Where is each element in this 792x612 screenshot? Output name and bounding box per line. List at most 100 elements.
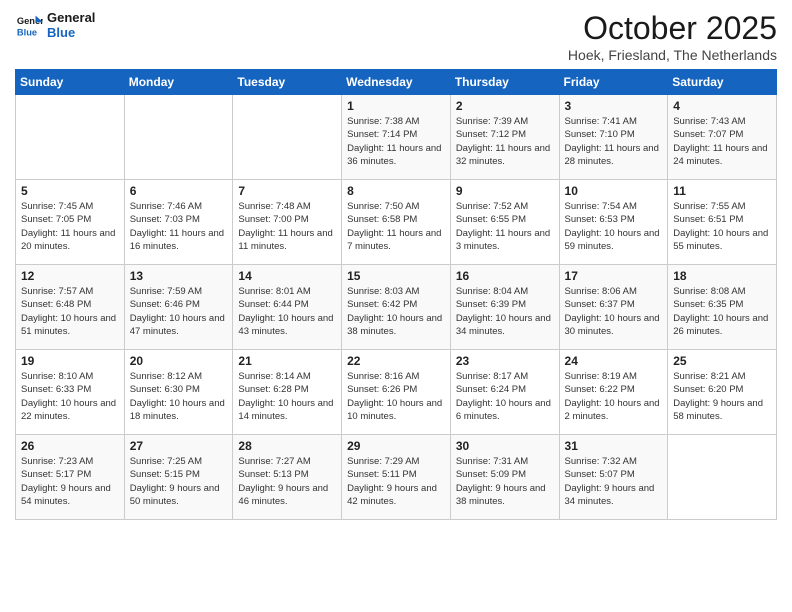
- calendar-cell: 2 Sunrise: 7:39 AM Sunset: 7:12 PM Daylig…: [450, 95, 559, 180]
- day-number: 1: [347, 99, 445, 113]
- calendar-week-row: 12Sunrise: 7:57 AM Sunset: 6:48 PM Dayli…: [16, 265, 777, 350]
- calendar-cell: 30Sunrise: 7:31 AM Sunset: 5:09 PM Dayli…: [450, 435, 559, 520]
- calendar-week-row: 1 Sunrise: 7:38 AM Sunset: 7:14 PM Daylig…: [16, 95, 777, 180]
- calendar-cell: 18Sunrise: 8:08 AM Sunset: 6:35 PM Dayli…: [668, 265, 777, 350]
- day-number: 4: [673, 99, 771, 113]
- calendar-cell: 29Sunrise: 7:29 AM Sunset: 5:11 PM Dayli…: [342, 435, 451, 520]
- calendar-cell: 6 Sunrise: 7:46 AM Sunset: 7:03 PM Daylig…: [124, 180, 233, 265]
- day-info: Sunrise: 7:27 AM Sunset: 5:13 PM Dayligh…: [238, 455, 336, 508]
- day-info: Sunrise: 7:32 AM Sunset: 5:07 PM Dayligh…: [565, 455, 663, 508]
- day-info: Sunrise: 7:23 AM Sunset: 5:17 PM Dayligh…: [21, 455, 119, 508]
- day-number: 3: [565, 99, 663, 113]
- day-number: 19: [21, 354, 119, 368]
- logo-general-text: General: [47, 10, 95, 25]
- day-info: Sunrise: 7:52 AM Sunset: 6:55 PM Dayligh…: [456, 200, 554, 253]
- svg-text:Blue: Blue: [17, 27, 37, 37]
- day-number: 20: [130, 354, 228, 368]
- calendar-cell: 9 Sunrise: 7:52 AM Sunset: 6:55 PM Daylig…: [450, 180, 559, 265]
- calendar-cell: 16 Sunrise: 8:04 AM Sunset: 6:39 PM Dayli…: [450, 265, 559, 350]
- calendar-cell: 15Sunrise: 8:03 AM Sunset: 6:42 PM Dayli…: [342, 265, 451, 350]
- day-number: 17: [565, 269, 663, 283]
- day-number: 7: [238, 184, 336, 198]
- calendar-cell: 22 Sunrise: 8:16 AM Sunset: 6:26 PM Dayli…: [342, 350, 451, 435]
- page-header: General Blue General Blue October 2025 H…: [15, 10, 777, 63]
- day-number: 8: [347, 184, 445, 198]
- calendar-cell: 3 Sunrise: 7:41 AM Sunset: 7:10 PM Daylig…: [559, 95, 668, 180]
- day-info: Sunrise: 7:54 AM Sunset: 6:53 PM Dayligh…: [565, 200, 663, 253]
- calendar-table: SundayMondayTuesdayWednesdayThursdayFrid…: [15, 69, 777, 520]
- day-number: 25: [673, 354, 771, 368]
- day-number: 28: [238, 439, 336, 453]
- calendar-cell: [124, 95, 233, 180]
- calendar-cell: [233, 95, 342, 180]
- day-number: 14: [238, 269, 336, 283]
- day-number: 12: [21, 269, 119, 283]
- day-info: Sunrise: 8:16 AM Sunset: 6:26 PM Dayligh…: [347, 370, 445, 423]
- calendar-cell: [668, 435, 777, 520]
- day-info: Sunrise: 7:50 AM Sunset: 6:58 PM Dayligh…: [347, 200, 445, 253]
- day-info: Sunrise: 8:21 AM Sunset: 6:20 PM Dayligh…: [673, 370, 771, 423]
- calendar-cell: 24 Sunrise: 8:19 AM Sunset: 6:22 PM Dayli…: [559, 350, 668, 435]
- day-info: Sunrise: 7:46 AM Sunset: 7:03 PM Dayligh…: [130, 200, 228, 253]
- day-info: Sunrise: 8:19 AM Sunset: 6:22 PM Dayligh…: [565, 370, 663, 423]
- day-info: Sunrise: 7:45 AM Sunset: 7:05 PM Dayligh…: [21, 200, 119, 253]
- day-info: Sunrise: 7:25 AM Sunset: 5:15 PM Dayligh…: [130, 455, 228, 508]
- day-number: 24: [565, 354, 663, 368]
- day-number: 5: [21, 184, 119, 198]
- day-number: 30: [456, 439, 554, 453]
- calendar-week-row: 26 Sunrise: 7:23 AM Sunset: 5:17 PM Dayli…: [16, 435, 777, 520]
- day-number: 9: [456, 184, 554, 198]
- calendar-cell: 27 Sunrise: 7:25 AM Sunset: 5:15 PM Dayli…: [124, 435, 233, 520]
- day-info: Sunrise: 7:59 AM Sunset: 6:46 PM Dayligh…: [130, 285, 228, 338]
- calendar-cell: 12Sunrise: 7:57 AM Sunset: 6:48 PM Dayli…: [16, 265, 125, 350]
- calendar-cell: 8 Sunrise: 7:50 AM Sunset: 6:58 PM Daylig…: [342, 180, 451, 265]
- calendar-header-row: SundayMondayTuesdayWednesdayThursdayFrid…: [16, 70, 777, 95]
- calendar-cell: 20 Sunrise: 8:12 AM Sunset: 6:30 PM Dayli…: [124, 350, 233, 435]
- day-info: Sunrise: 7:48 AM Sunset: 7:00 PM Dayligh…: [238, 200, 336, 253]
- day-info: Sunrise: 7:39 AM Sunset: 7:12 PM Dayligh…: [456, 115, 554, 168]
- column-header-tuesday: Tuesday: [233, 70, 342, 95]
- calendar-cell: 1 Sunrise: 7:38 AM Sunset: 7:14 PM Daylig…: [342, 95, 451, 180]
- day-number: 21: [238, 354, 336, 368]
- calendar-cell: 31Sunrise: 7:32 AM Sunset: 5:07 PM Dayli…: [559, 435, 668, 520]
- column-header-monday: Monday: [124, 70, 233, 95]
- calendar-cell: 4Sunrise: 7:43 AM Sunset: 7:07 PM Daylig…: [668, 95, 777, 180]
- day-info: Sunrise: 8:12 AM Sunset: 6:30 PM Dayligh…: [130, 370, 228, 423]
- day-info: Sunrise: 8:04 AM Sunset: 6:39 PM Dayligh…: [456, 285, 554, 338]
- day-info: Sunrise: 7:55 AM Sunset: 6:51 PM Dayligh…: [673, 200, 771, 253]
- calendar-cell: 7 Sunrise: 7:48 AM Sunset: 7:00 PM Daylig…: [233, 180, 342, 265]
- day-number: 13: [130, 269, 228, 283]
- column-header-thursday: Thursday: [450, 70, 559, 95]
- column-header-wednesday: Wednesday: [342, 70, 451, 95]
- day-info: Sunrise: 8:03 AM Sunset: 6:42 PM Dayligh…: [347, 285, 445, 338]
- logo-blue-text: Blue: [47, 25, 95, 40]
- column-header-friday: Friday: [559, 70, 668, 95]
- day-number: 27: [130, 439, 228, 453]
- logo: General Blue General Blue: [15, 10, 95, 40]
- day-info: Sunrise: 7:29 AM Sunset: 5:11 PM Dayligh…: [347, 455, 445, 508]
- day-number: 22: [347, 354, 445, 368]
- day-info: Sunrise: 8:17 AM Sunset: 6:24 PM Dayligh…: [456, 370, 554, 423]
- day-number: 10: [565, 184, 663, 198]
- calendar-week-row: 19 Sunrise: 8:10 AM Sunset: 6:33 PM Dayli…: [16, 350, 777, 435]
- calendar-week-row: 5 Sunrise: 7:45 AM Sunset: 7:05 PM Daylig…: [16, 180, 777, 265]
- calendar-cell: 11Sunrise: 7:55 AM Sunset: 6:51 PM Dayli…: [668, 180, 777, 265]
- column-header-sunday: Sunday: [16, 70, 125, 95]
- column-header-saturday: Saturday: [668, 70, 777, 95]
- day-number: 2: [456, 99, 554, 113]
- location: Hoek, Friesland, The Netherlands: [568, 47, 777, 63]
- month-title: October 2025: [568, 10, 777, 47]
- day-info: Sunrise: 7:41 AM Sunset: 7:10 PM Dayligh…: [565, 115, 663, 168]
- day-info: Sunrise: 7:38 AM Sunset: 7:14 PM Dayligh…: [347, 115, 445, 168]
- day-number: 6: [130, 184, 228, 198]
- day-number: 16: [456, 269, 554, 283]
- day-number: 26: [21, 439, 119, 453]
- calendar-cell: 13 Sunrise: 7:59 AM Sunset: 6:46 PM Dayli…: [124, 265, 233, 350]
- day-info: Sunrise: 8:01 AM Sunset: 6:44 PM Dayligh…: [238, 285, 336, 338]
- logo-icon: General Blue: [15, 11, 43, 39]
- day-info: Sunrise: 8:06 AM Sunset: 6:37 PM Dayligh…: [565, 285, 663, 338]
- calendar-cell: 17 Sunrise: 8:06 AM Sunset: 6:37 PM Dayli…: [559, 265, 668, 350]
- calendar-cell: 23Sunrise: 8:17 AM Sunset: 6:24 PM Dayli…: [450, 350, 559, 435]
- day-info: Sunrise: 8:10 AM Sunset: 6:33 PM Dayligh…: [21, 370, 119, 423]
- calendar-cell: 28 Sunrise: 7:27 AM Sunset: 5:13 PM Dayli…: [233, 435, 342, 520]
